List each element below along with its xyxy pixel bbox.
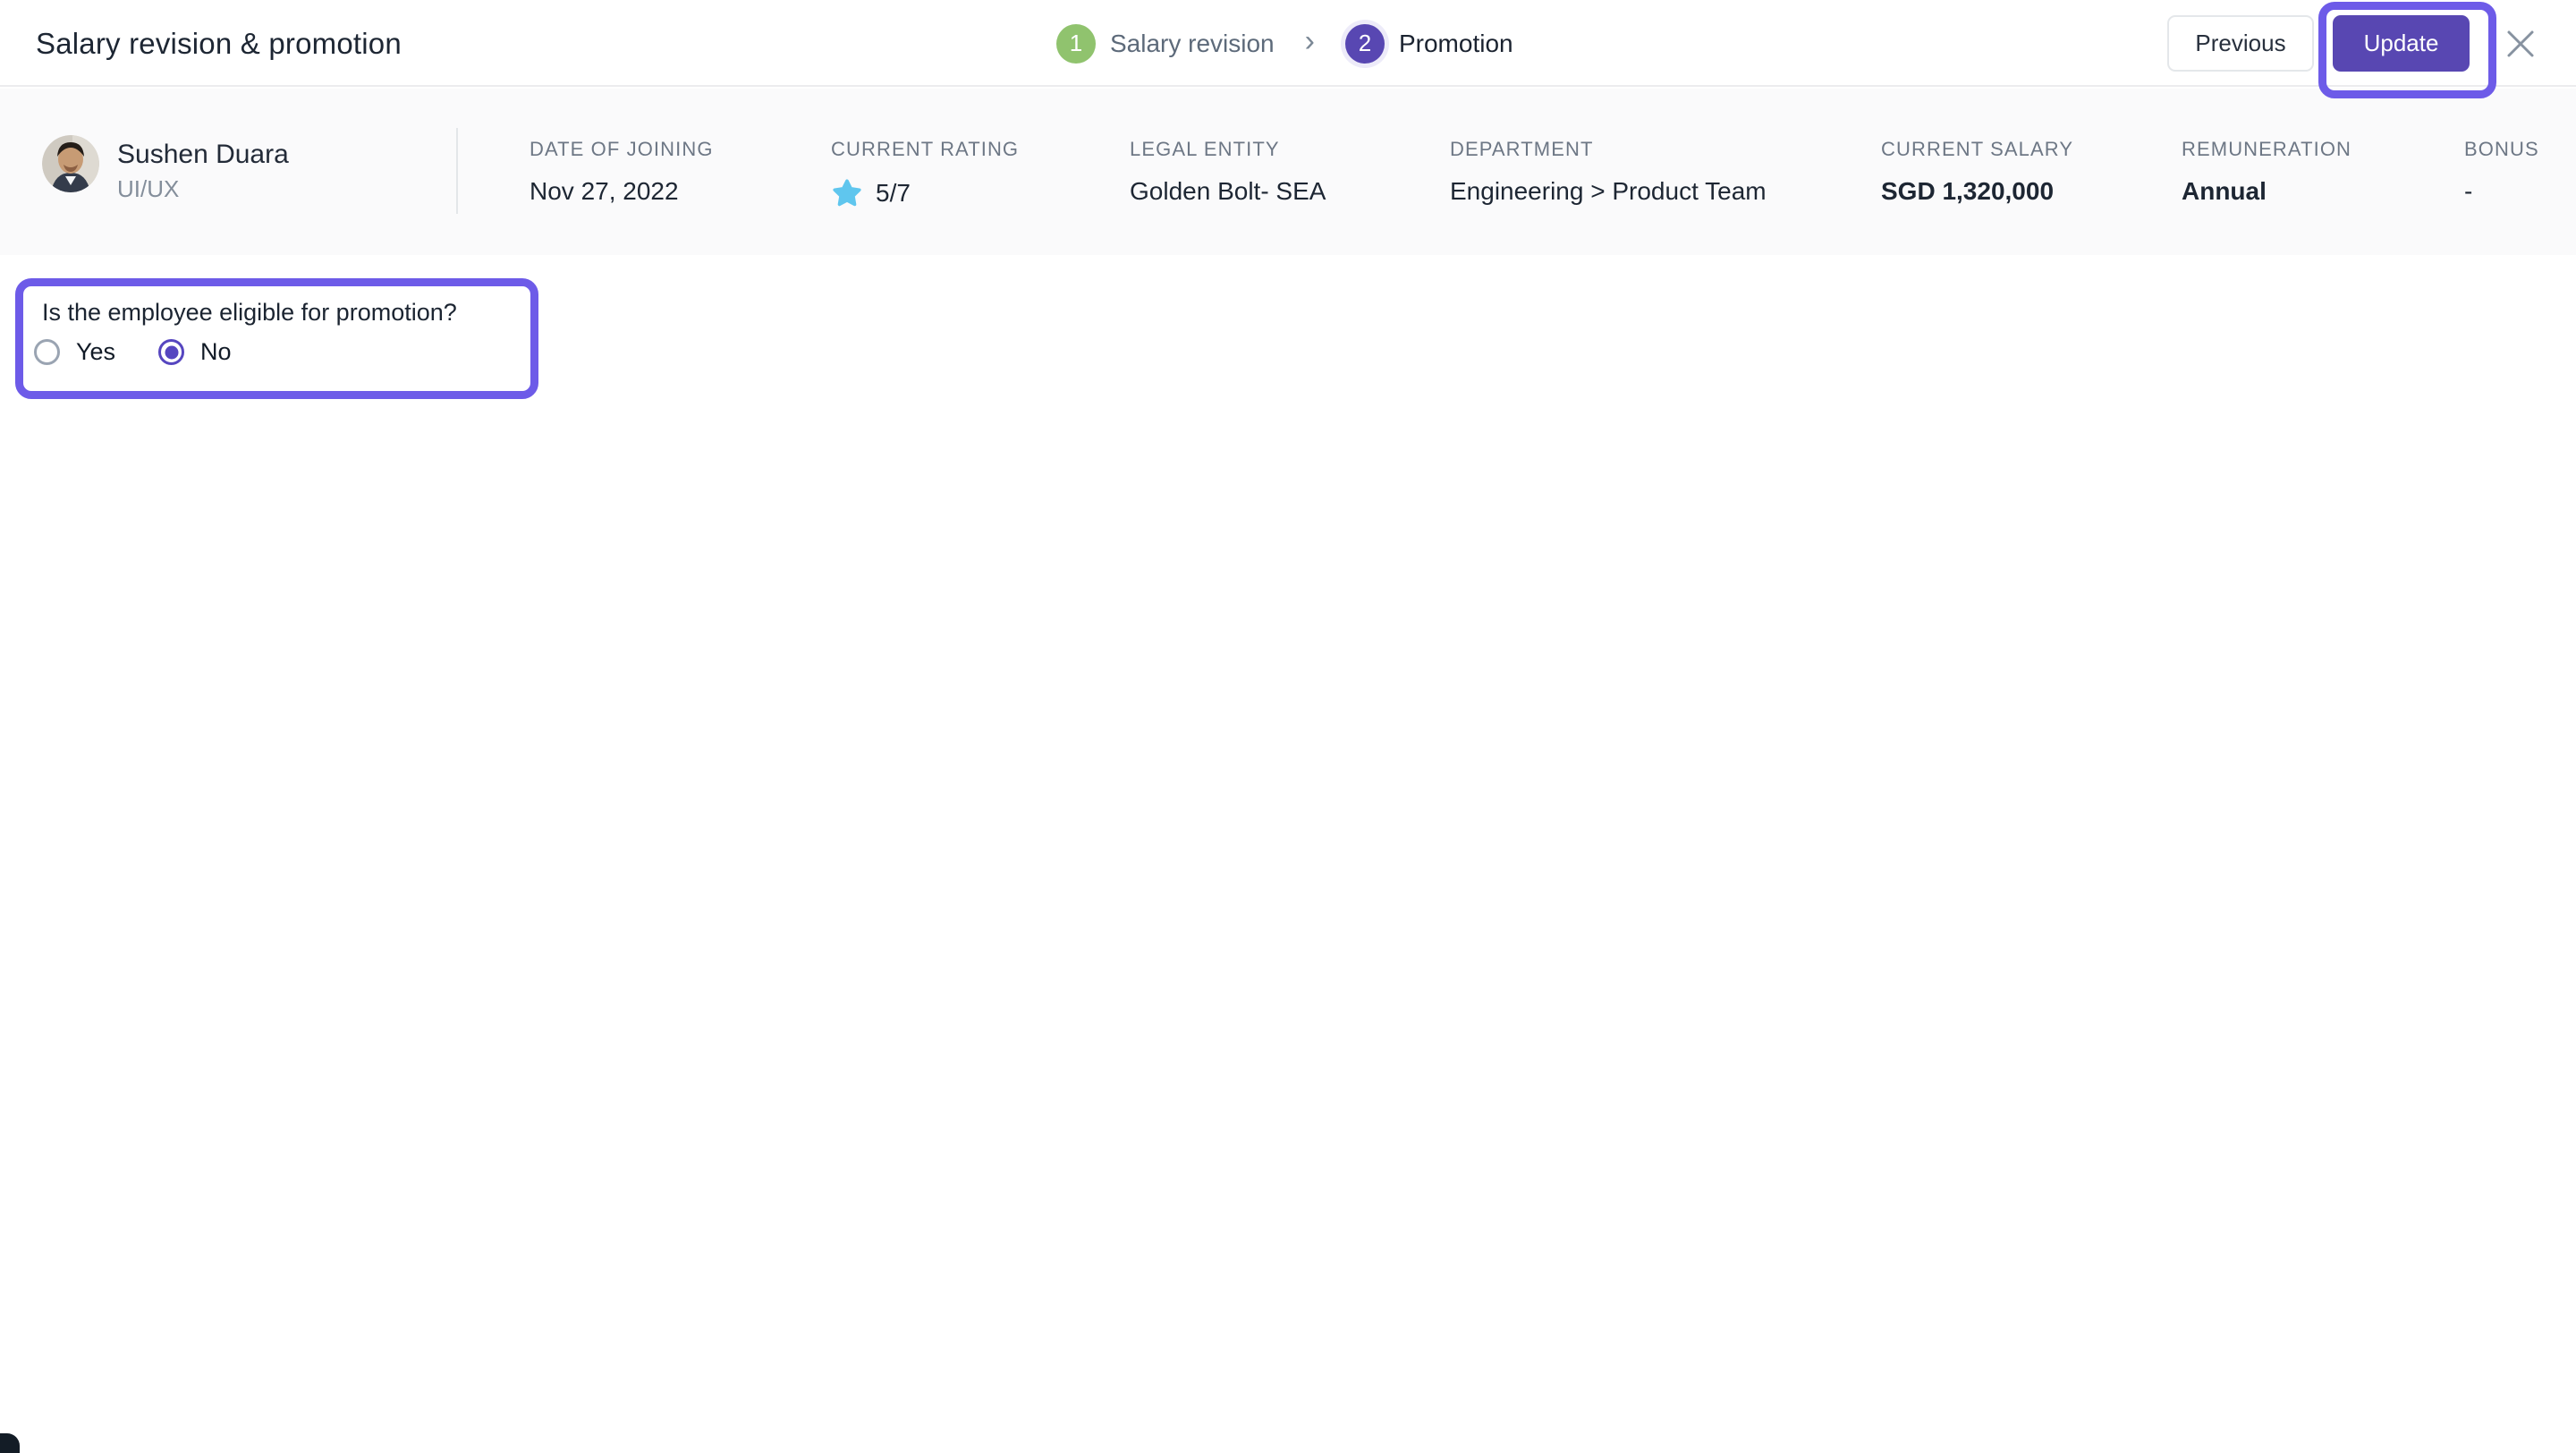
star-icon (831, 177, 863, 209)
promotion-radio-group: Yes No (34, 338, 232, 366)
field-value: Engineering > Product Team (1450, 177, 1767, 205)
stepper: 1 Salary revision › 2 Promotion (1056, 0, 1513, 87)
step-salary-revision[interactable]: 1 Salary revision (1056, 23, 1275, 64)
dialog-header: Salary revision & promotion 1 Salary rev… (0, 0, 2576, 98)
field-value: 5/7 (831, 177, 911, 209)
field-value: Annual (2182, 177, 2267, 205)
field-value: - (2464, 177, 2473, 205)
promotion-question-label: Is the employee eligible for promotion? (42, 299, 457, 326)
update-highlight-ring: Update (2318, 2, 2496, 98)
radio-option-yes[interactable]: Yes (34, 338, 115, 366)
radio-yes-label: Yes (76, 338, 116, 365)
radio-yes[interactable] (34, 339, 60, 365)
step-2-label: Promotion (1398, 29, 1513, 57)
vertical-divider (456, 128, 458, 214)
field-label: CURRENT RATING (831, 138, 1020, 160)
field-value: Nov 27, 2022 (530, 177, 679, 205)
field-label: CURRENT SALARY (1881, 138, 2074, 160)
field-label: DEPARTMENT (1450, 138, 1594, 160)
step-1-label: Salary revision (1110, 29, 1275, 57)
update-button[interactable]: Update (2333, 15, 2470, 72)
radio-no[interactable] (158, 339, 185, 365)
close-button[interactable] (2504, 27, 2538, 61)
field-label: DATE OF JOINING (530, 138, 714, 160)
employee-name: Sushen Duara (117, 140, 289, 169)
corner-fragment (0, 1433, 20, 1453)
field-value: Golden Bolt- SEA (1130, 177, 1326, 205)
chevron-right-icon: › (1304, 23, 1315, 58)
field-value: SGD 1,320,000 (1881, 177, 2055, 205)
close-icon (2504, 28, 2537, 60)
field-label: LEGAL ENTITY (1130, 138, 1280, 160)
field-label: BONUS (2464, 138, 2539, 160)
avatar (42, 135, 99, 192)
rating-value: 5/7 (876, 179, 911, 207)
radio-option-no[interactable]: No (158, 338, 232, 366)
page-title: Salary revision & promotion (36, 26, 402, 60)
employee-summary-bar: Sushen Duara UI/UX DATE OF JOINING Nov 2… (0, 89, 2576, 255)
radio-no-label: No (200, 338, 232, 365)
previous-button[interactable]: Previous (2167, 15, 2314, 72)
step-promotion[interactable]: 2 Promotion (1344, 23, 1513, 64)
step-1-circle: 1 (1056, 23, 1096, 64)
field-label: REMUNERATION (2182, 138, 2352, 160)
promotion-question-highlight: Is the employee eligible for promotion? … (15, 278, 538, 399)
employee-role: UI/UX (117, 175, 180, 202)
step-2-circle: 2 (1344, 23, 1385, 64)
